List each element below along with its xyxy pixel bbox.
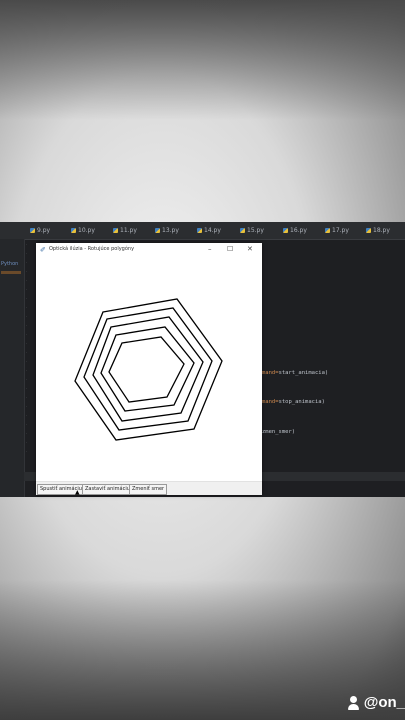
- tk-window: ✐ Optická ilúzia - Rotujúce polygóny – ☐…: [36, 243, 262, 495]
- editor-tab[interactable]: 15.py: [240, 225, 264, 236]
- sidebar-selection[interactable]: [1, 271, 21, 274]
- python-file-icon: [283, 228, 288, 233]
- editor-tab[interactable]: 11.py: [113, 225, 137, 236]
- python-file-icon: [325, 228, 330, 233]
- drawing-canvas: [36, 257, 262, 479]
- change-direction-button[interactable]: Zmeniť smer: [129, 484, 168, 495]
- python-file-icon: [71, 228, 76, 233]
- button-row: Spustiť animáciu Zastaviť animáciu Zmeni…: [36, 481, 262, 495]
- window-title: Optická ilúzia - Rotujúce polygóny: [49, 246, 135, 252]
- stop-animation-button[interactable]: Zastaviť animáciu: [82, 484, 133, 495]
- code-line[interactable]: mand=stop_animacia): [262, 399, 325, 405]
- watermark: @on_: [347, 694, 405, 711]
- hexagon-3: [92, 316, 204, 422]
- editor-tabbar: 9.py 10.py 11.py 13.py 14.py 15.py 16.py…: [0, 222, 405, 240]
- python-file-icon: [113, 228, 118, 233]
- editor-tab[interactable]: 18.py: [366, 225, 390, 236]
- maximize-icon[interactable]: ☐: [227, 245, 233, 253]
- background-shade-bottom: [0, 580, 405, 720]
- minimize-icon[interactable]: –: [208, 245, 212, 253]
- user-icon: [347, 695, 360, 710]
- python-file-icon: [240, 228, 245, 233]
- sidebar-label: Python: [1, 261, 19, 267]
- editor-tab[interactable]: 14.py: [197, 225, 221, 236]
- python-file-icon: [197, 228, 202, 233]
- editor-tab[interactable]: 16.py: [283, 225, 307, 236]
- editor-tab[interactable]: 13.py: [155, 225, 179, 236]
- python-file-icon: [155, 228, 160, 233]
- editor-tab[interactable]: 17.py: [325, 225, 349, 236]
- polygon-drawing: [74, 298, 223, 441]
- python-file-icon: [366, 228, 371, 233]
- code-line[interactable]: mand=start_animacia): [262, 370, 328, 376]
- editor-tab[interactable]: 9.py: [30, 225, 50, 236]
- tk-feather-icon: ✐: [40, 246, 46, 254]
- mouse-cursor-icon: ▲: [75, 489, 80, 495]
- background-shade-top: [0, 0, 405, 120]
- python-file-icon: [30, 228, 35, 233]
- line-gutter: · · · · · · · · · · · · · · · · · · · · · · · ·: [26, 242, 28, 454]
- window-titlebar[interactable]: ✐ Optická ilúzia - Rotujúce polygóny – ☐…: [36, 243, 262, 258]
- editor-tab[interactable]: 10.py: [71, 225, 95, 236]
- watermark-handle: @on_: [363, 694, 405, 711]
- code-line[interactable]: zmen_smer): [262, 429, 295, 435]
- hexagon-inner: [108, 336, 185, 403]
- project-sidebar: Python: [0, 239, 25, 497]
- close-icon[interactable]: ✕: [247, 245, 253, 253]
